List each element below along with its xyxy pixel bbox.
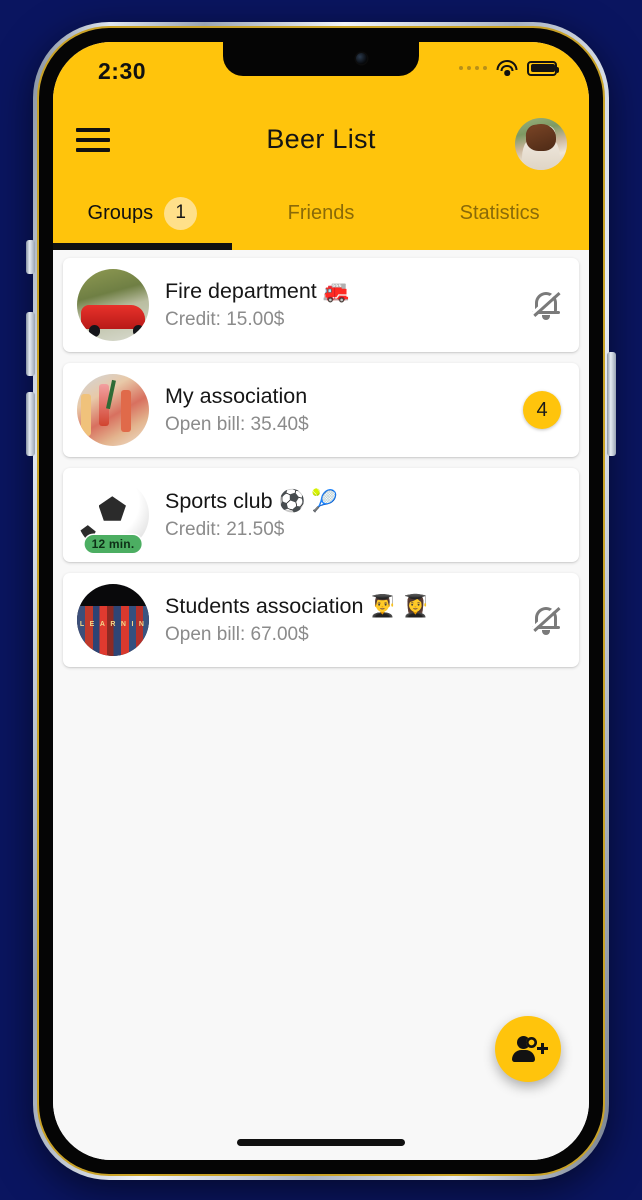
books-avatar bbox=[77, 584, 149, 656]
cocktails-avatar bbox=[77, 374, 149, 446]
tab-friends-label: Friends bbox=[287, 201, 355, 224]
front-camera-icon bbox=[356, 53, 367, 64]
list-item-subtitle: Open bill: 67.00$ bbox=[165, 623, 309, 645]
phone-screen: 2:30 Beer List Groups 1 Friends Statisti… bbox=[53, 42, 589, 1160]
volume-down-button[interactable] bbox=[26, 392, 35, 456]
list-item-subtitle: Credit: 15.00$ bbox=[165, 308, 285, 330]
cellular-dots-icon bbox=[458, 65, 487, 71]
tab-statistics-label: Statistics bbox=[459, 201, 540, 224]
add-group-button[interactable] bbox=[495, 1016, 561, 1082]
bell-off-icon[interactable] bbox=[531, 289, 561, 321]
list-item-title: My association bbox=[165, 383, 308, 408]
time-tag: 12 min. bbox=[84, 535, 142, 553]
screenshot-stage: 2:30 Beer List Groups 1 Friends Statisti… bbox=[0, 0, 642, 1200]
tab-friends[interactable]: Friends bbox=[232, 182, 411, 250]
active-tab-indicator bbox=[53, 243, 232, 250]
tab-groups[interactable]: Groups 1 bbox=[53, 182, 232, 250]
soccer-ball-avatar: 12 min. bbox=[77, 479, 149, 553]
list-item-title: Sports club ⚽ 🎾 bbox=[165, 488, 339, 513]
wifi-icon bbox=[496, 60, 518, 76]
list-item-title: Fire department 🚒 bbox=[165, 278, 350, 303]
list-item-subtitle: Credit: 21.50$ bbox=[165, 518, 285, 540]
tab-statistics[interactable]: Statistics bbox=[410, 182, 589, 250]
avatar[interactable] bbox=[515, 118, 567, 170]
power-button[interactable] bbox=[607, 352, 616, 456]
display-notch bbox=[223, 42, 419, 76]
status-bar-time: 2:30 bbox=[98, 58, 147, 84]
list-item[interactable]: My association Open bill: 35.40$ 4 bbox=[63, 363, 579, 457]
list-item[interactable]: Fire department 🚒 Credit: 15.00$ bbox=[63, 258, 579, 352]
list-item-text: Fire department 🚒 Credit: 15.00$ bbox=[165, 278, 531, 333]
person-add-icon bbox=[512, 1036, 548, 1062]
home-indicator[interactable] bbox=[237, 1139, 405, 1146]
status-badge[interactable]: 4 bbox=[523, 391, 561, 429]
bell-off-icon[interactable] bbox=[531, 604, 561, 636]
silent-switch-button[interactable] bbox=[26, 240, 35, 274]
status-bar-indicators bbox=[458, 60, 559, 76]
list-item-text: My association Open bill: 35.40$ bbox=[165, 383, 523, 438]
list-item[interactable]: Students association 👨‍🎓 👩‍🎓 Open bill: … bbox=[63, 573, 579, 667]
tab-bar: Groups 1 Friends Statistics bbox=[53, 182, 589, 250]
list-item-text: Students association 👨‍🎓 👩‍🎓 Open bill: … bbox=[165, 593, 531, 648]
list-item-subtitle: Open bill: 35.40$ bbox=[165, 413, 309, 435]
volume-up-button[interactable] bbox=[26, 312, 35, 376]
page-title: Beer List bbox=[266, 124, 376, 154]
list-item-text: Sports club ⚽ 🎾 Credit: 21.50$ bbox=[165, 488, 561, 543]
list-item[interactable]: 12 min. Sports club ⚽ 🎾 Credit: 21.50$ bbox=[63, 468, 579, 562]
battery-full-icon bbox=[527, 60, 559, 76]
tab-groups-label: Groups bbox=[87, 201, 154, 224]
app-bar: Beer List bbox=[53, 104, 589, 182]
fire-truck-avatar bbox=[77, 269, 149, 341]
tab-groups-badge: 1 bbox=[164, 196, 198, 230]
list-item-title: Students association 👨‍🎓 👩‍🎓 bbox=[165, 593, 429, 618]
